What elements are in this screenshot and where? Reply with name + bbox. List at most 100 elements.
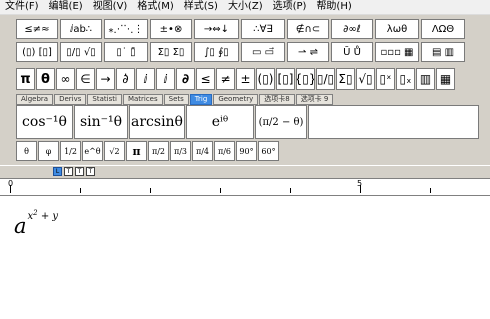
greek-lower-palette-button[interactable]: λωθ — [375, 19, 419, 39]
arrows-palette-button[interactable]: →⇔↓ — [194, 19, 239, 39]
symbol-toolbar: ≤≠≈ ⅈab∴ ⁎⋰⋱⋮ ±•⊗ →⇔↓ ∴∀∃ ∉∩⊂ ∂∞ℓ λωθ ΛΩ… — [0, 15, 490, 165]
operators-palette-button[interactable]: ±•⊗ — [150, 19, 192, 39]
fence-templates-button[interactable]: (▯) [▯] — [16, 42, 58, 62]
braces-button[interactable]: {▯} — [296, 68, 315, 90]
element-of-button[interactable]: ∈ — [76, 68, 95, 90]
ruler-tick — [360, 185, 361, 193]
pi-symbol-button[interactable]: π — [16, 68, 35, 90]
sum-button[interactable]: Σ▯ — [336, 68, 355, 90]
pi-quarter-button[interactable]: π/4 — [192, 141, 213, 161]
superscript-button[interactable]: ▯ˣ — [376, 68, 395, 90]
menu-help[interactable]: 帮助(H) — [311, 0, 356, 14]
logic-palette-button[interactable]: ∴∀∃ — [241, 19, 285, 39]
align-right-tab-button[interactable]: T — [86, 167, 95, 176]
menu-view[interactable]: 视图(V) — [88, 0, 133, 14]
menu-style[interactable]: 样式(S) — [179, 0, 223, 14]
equation-exponent-power: 2 — [33, 209, 38, 217]
not-equal-button[interactable]: ≠ — [216, 68, 235, 90]
fraction-button[interactable]: ▯/▯ — [316, 68, 335, 90]
arccos-template-button[interactable]: cos⁻¹θ — [16, 105, 73, 139]
tab-algebra[interactable]: Algebra — [16, 94, 54, 105]
tab-8[interactable]: 选项卡8 — [259, 94, 295, 105]
quick-symbol-row: π θ ∞ ∈ → ∂̇ ⅈ ⅈ ∂ ≤ ≠ ± (▯) [▯] {▯} ▯/▯… — [16, 68, 456, 90]
e-theta-button[interactable]: e^θ — [82, 141, 103, 161]
matrix-templates-button[interactable]: ▫▫▫ ▦ — [375, 42, 419, 62]
phi-small-button[interactable]: φ — [38, 141, 59, 161]
plus-minus-button[interactable]: ± — [236, 68, 255, 90]
script-templates-button[interactable]: ▯˙ ▯̄ — [104, 42, 148, 62]
alignment-toolbar: L T T T — [0, 166, 490, 178]
palette-tab-bar: Algebra Derivs Statisti Matrices Sets Tr… — [16, 94, 334, 105]
theta-small-button[interactable]: θ — [16, 141, 37, 161]
matrix-button[interactable]: ▥ — [416, 68, 435, 90]
pi-small-button[interactable]: π — [126, 141, 147, 161]
ruler-tick — [80, 188, 81, 193]
infinity-symbol-button[interactable]: ∞ — [56, 68, 75, 90]
theta-symbol-button[interactable]: θ — [36, 68, 55, 90]
ruler-tick — [10, 185, 11, 193]
box-templates-button[interactable]: ▤ ▥ — [421, 42, 465, 62]
product-templates-button[interactable]: Ū Ů — [331, 42, 373, 62]
tab-statistics[interactable]: Statisti — [87, 94, 122, 105]
equation-base: a — [14, 214, 27, 238]
half-fraction-button[interactable]: 1/2 — [60, 141, 81, 161]
derivative-dot-button[interactable]: ∂̇ — [116, 68, 135, 90]
empty-template-slot — [308, 105, 479, 139]
radical-button[interactable]: √▯ — [356, 68, 375, 90]
menu-size[interactable]: 大小(Z) — [223, 0, 268, 14]
tab-sets[interactable]: Sets — [163, 94, 189, 105]
subscript-button[interactable]: ▯ₓ — [396, 68, 415, 90]
ruler-tick — [220, 188, 221, 193]
imaginary-button[interactable]: ⅈ — [136, 68, 155, 90]
sixty-degree-button[interactable]: 60° — [258, 141, 279, 161]
ruler-tick — [290, 188, 291, 193]
labeled-arrow-templates-button[interactable]: ⇀ ⇌ — [287, 42, 329, 62]
tab-trig[interactable]: Trig — [189, 94, 213, 105]
ruler[interactable]: 0 5 — [0, 178, 490, 196]
greek-upper-palette-button[interactable]: ΛΩΘ — [421, 19, 465, 39]
exponential-template-button[interactable]: eⁱᶿ — [186, 105, 254, 139]
fraction-radical-templates-button[interactable]: ▯/▯ √▯ — [60, 42, 102, 62]
pi-third-button[interactable]: π/3 — [170, 141, 191, 161]
partial-derivative-button[interactable]: ∂ — [176, 68, 195, 90]
parentheses-button[interactable]: (▯) — [256, 68, 275, 90]
imaginary-alt-button[interactable]: ⅈ — [156, 68, 175, 90]
grid-button[interactable]: ▦ — [436, 68, 455, 90]
complementary-angle-template-button[interactable]: (π/2 − θ) — [255, 105, 307, 139]
equation-edit-area[interactable]: ax2 + y — [0, 196, 490, 319]
template-palette-row: (▯) [▯] ▯/▯ √▯ ▯˙ ▯̄ Σ▯ Σ▯ ∫▯ ∮▯ ▭ ▭⃗ ⇀ … — [16, 42, 467, 62]
menu-file[interactable]: 文件(F) — [0, 0, 44, 14]
align-center-tab-button[interactable]: T — [75, 167, 84, 176]
menu-edit[interactable]: 编辑(E) — [44, 0, 88, 14]
math-type-window: 文件(F) 编辑(E) 视图(V) 格式(M) 样式(S) 大小(Z) 选项(P… — [0, 0, 490, 319]
underbar-templates-button[interactable]: ▭ ▭⃗ — [241, 42, 285, 62]
menu-options[interactable]: 选项(P) — [268, 0, 312, 14]
tab-geometry[interactable]: Geometry — [213, 94, 259, 105]
tab-matrices[interactable]: Matrices — [122, 94, 163, 105]
embellishments-palette-button[interactable]: ⁎⋰⋱⋮ — [104, 19, 148, 39]
tab-derivs[interactable]: Derivs — [54, 94, 87, 105]
tab-9[interactable]: 选项卡 9 — [295, 94, 334, 105]
equation[interactable]: ax2 + y — [14, 209, 59, 238]
equation-exponent-rest: + y — [37, 211, 59, 222]
arcsin-power-template-button[interactable]: sin⁻¹θ — [74, 105, 128, 139]
relations-palette-button[interactable]: ≤≠≈ — [16, 19, 58, 39]
sets-palette-button[interactable]: ∉∩⊂ — [287, 19, 329, 39]
summation-templates-button[interactable]: Σ▯ Σ▯ — [150, 42, 192, 62]
misc-palette-button[interactable]: ∂∞ℓ — [331, 19, 373, 39]
spaces-palette-button[interactable]: ⅈab∴ — [60, 19, 102, 39]
integral-templates-button[interactable]: ∫▯ ∮▯ — [194, 42, 239, 62]
brackets-button[interactable]: [▯] — [276, 68, 295, 90]
less-equal-button[interactable]: ≤ — [196, 68, 215, 90]
ruler-tick — [430, 188, 431, 193]
ninety-degree-button[interactable]: 90° — [236, 141, 257, 161]
arcsin-template-button[interactable]: arcsinθ — [129, 105, 185, 139]
pi-half-button[interactable]: π/2 — [148, 141, 169, 161]
right-arrow-button[interactable]: → — [96, 68, 115, 90]
root-two-button[interactable]: √2 — [104, 141, 125, 161]
menu-format[interactable]: 格式(M) — [132, 0, 178, 14]
align-tab-button[interactable]: T — [64, 167, 73, 176]
pi-sixth-button[interactable]: π/6 — [214, 141, 235, 161]
align-left-button[interactable]: L — [53, 167, 62, 176]
ruler-tick — [150, 188, 151, 193]
